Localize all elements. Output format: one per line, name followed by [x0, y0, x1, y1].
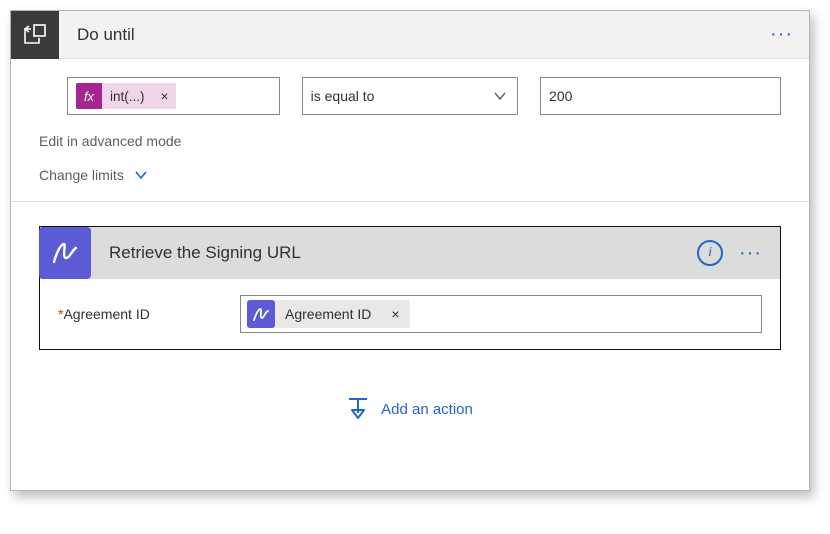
adobe-sign-icon — [247, 300, 275, 328]
condition-right-input[interactable]: 200 — [540, 77, 781, 115]
more-menu-icon[interactable]: ··· — [770, 23, 809, 46]
condition-value: 200 — [549, 88, 572, 104]
remove-token-icon[interactable]: × — [381, 306, 409, 322]
info-icon[interactable]: i — [697, 240, 723, 266]
action-body: *Agreement ID Agreement ID × — [40, 279, 780, 349]
adobe-sign-icon — [39, 227, 91, 279]
do-until-card: Do until ··· fx int(...) × is equal to 2… — [10, 10, 810, 491]
expression-label: int(...) — [102, 89, 153, 104]
fx-icon: fx — [76, 83, 102, 109]
action-header: Retrieve the Signing URL i ··· — [40, 227, 780, 279]
edit-advanced-link[interactable]: Edit in advanced mode — [39, 133, 781, 149]
condition-left-input[interactable]: fx int(...) × — [67, 77, 280, 115]
add-action-label: Add an action — [381, 401, 473, 418]
expression-token[interactable]: fx int(...) × — [76, 83, 176, 109]
action-card: Retrieve the Signing URL i ··· *Agreemen… — [39, 226, 781, 350]
add-action-button[interactable]: Add an action — [39, 350, 781, 464]
field-label-text: Agreement ID — [63, 306, 149, 322]
loop-icon — [11, 11, 59, 59]
token-label: Agreement ID — [275, 306, 381, 322]
chevron-down-icon — [493, 89, 507, 103]
field-label: *Agreement ID — [58, 306, 228, 322]
remove-token-icon[interactable]: × — [153, 89, 177, 104]
divider — [11, 201, 809, 202]
add-action-icon — [347, 396, 369, 422]
card-header: Do until ··· — [11, 11, 809, 59]
operator-value: is equal to — [311, 88, 375, 104]
dynamic-token[interactable]: Agreement ID × — [247, 300, 410, 328]
change-limits-label: Change limits — [39, 167, 124, 183]
agreement-id-input[interactable]: Agreement ID × — [240, 295, 762, 333]
action-title: Retrieve the Signing URL — [91, 243, 697, 263]
action-more-menu-icon[interactable]: ··· — [739, 242, 766, 265]
chevron-down-icon — [134, 168, 148, 182]
condition-operator-select[interactable]: is equal to — [302, 77, 518, 115]
condition-row: fx int(...) × is equal to 200 — [39, 77, 781, 115]
card-body: fx int(...) × is equal to 200 Edit in ad… — [11, 59, 809, 490]
card-title: Do until — [59, 25, 770, 45]
change-limits-toggle[interactable]: Change limits — [39, 167, 781, 183]
